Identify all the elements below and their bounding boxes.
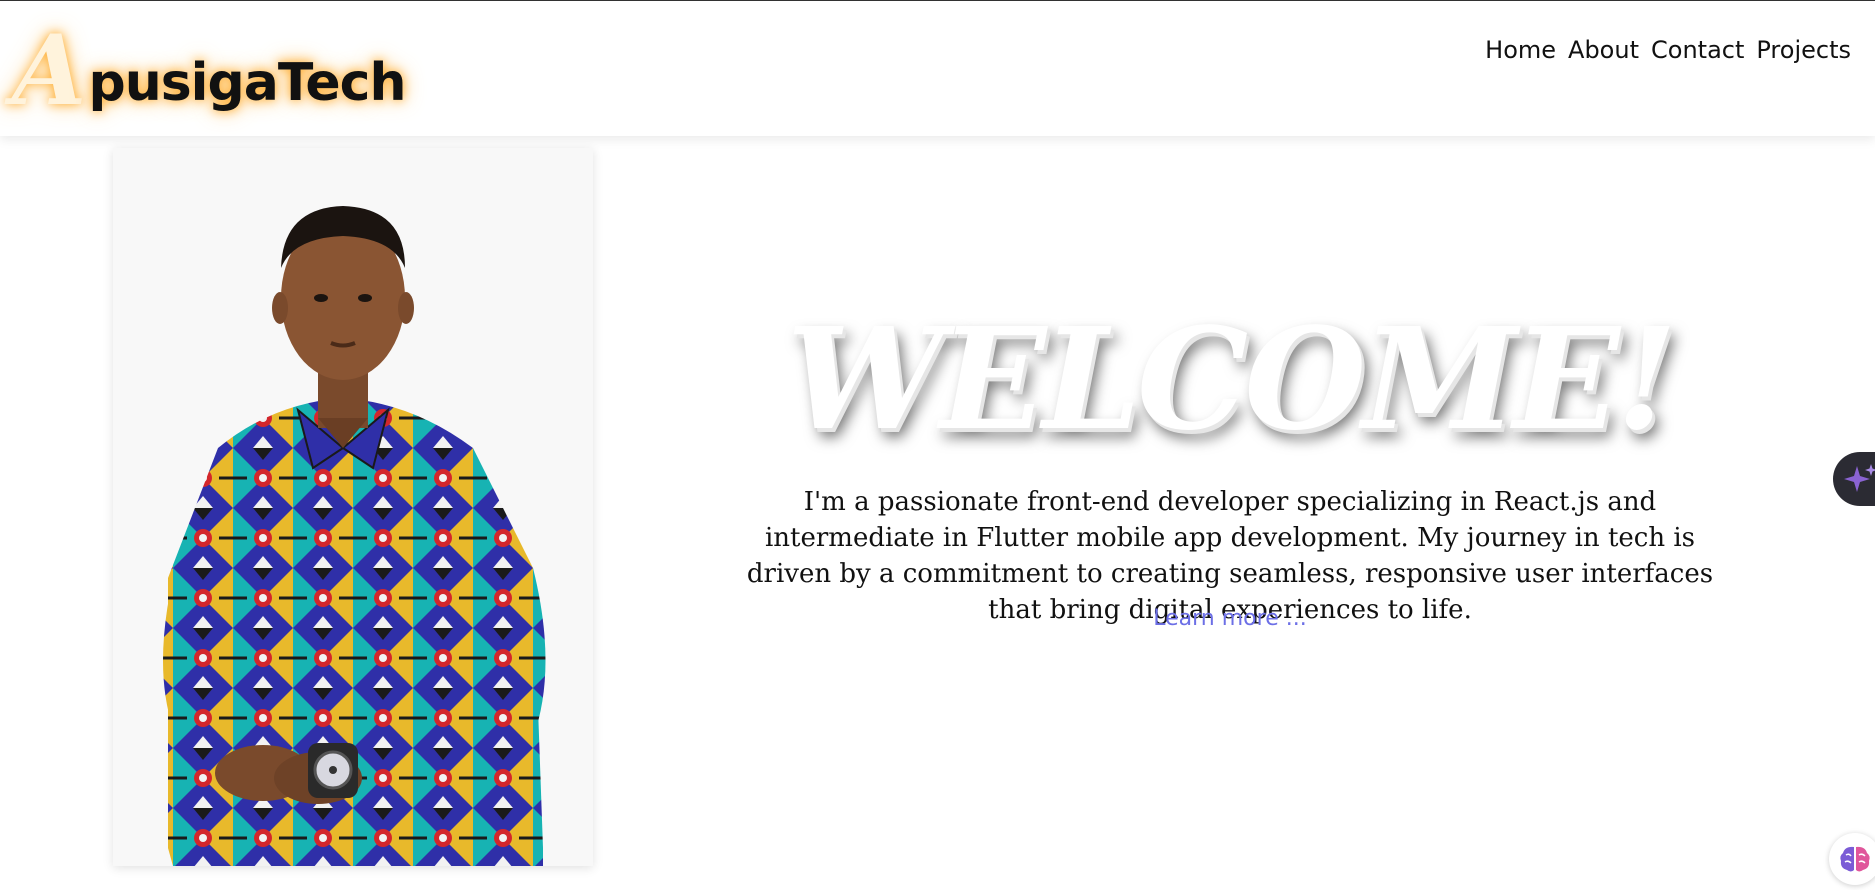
profile-photo [113, 148, 593, 866]
site-logo[interactable]: A pusigaTech [12, 14, 407, 127]
side-tab-button[interactable] [1833, 452, 1875, 506]
learn-more-link[interactable]: Learn more ... [1080, 606, 1380, 631]
nav-home-link[interactable]: Home [1485, 34, 1556, 66]
portrait-illustration [113, 148, 593, 866]
nav-projects-link[interactable]: Projects [1756, 34, 1851, 66]
logo-initial: A [12, 14, 87, 127]
nav-about-link[interactable]: About [1568, 34, 1639, 66]
nav-contact-link[interactable]: Contact [1651, 34, 1744, 66]
main-nav: Home About Contact Projects [1485, 34, 1851, 66]
sparkle-icon [1844, 464, 1875, 492]
brain-icon [1840, 846, 1870, 872]
page: A pusigaTech Home About Contact Projects [0, 0, 1875, 890]
assistant-button[interactable] [1829, 833, 1875, 885]
logo-wordmark: pusigaTech [88, 53, 406, 113]
site-header: A pusigaTech Home About Contact Projects [0, 1, 1875, 136]
welcome-heading: WELCOME! [786, 298, 1678, 462]
